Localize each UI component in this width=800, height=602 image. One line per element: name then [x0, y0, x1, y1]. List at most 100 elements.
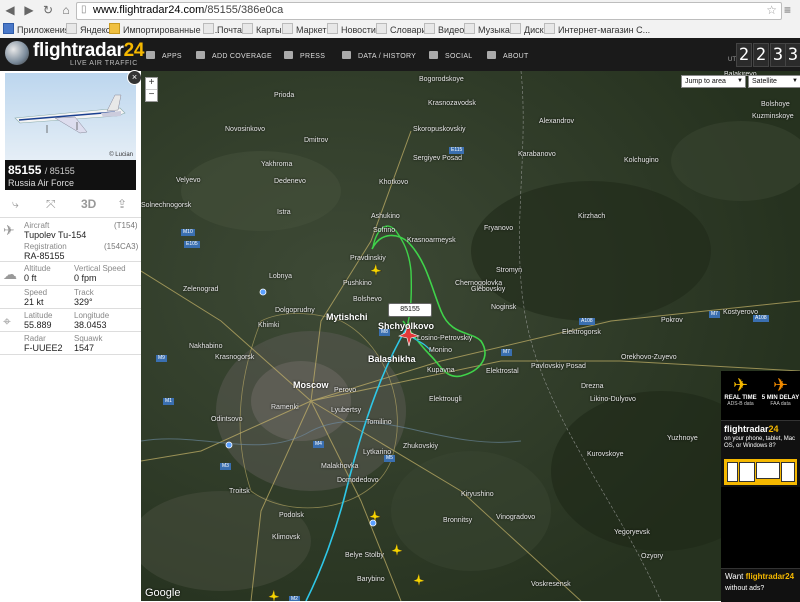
aircraft-value: Tupolev Tu-154: [24, 230, 87, 240]
map-town: Klimovsk: [272, 534, 301, 541]
address-bar[interactable]: ▯ www.flightradar24.com/85155/386e0ca ☆: [76, 2, 782, 20]
speed-section: Speed 21 kt Track 329°: [0, 285, 141, 309]
map-town: Dedenevo: [274, 178, 306, 185]
laptop-icon: [756, 462, 780, 479]
highway-shield: E105: [184, 241, 200, 248]
ad-copy: on your phone, tablet, Mac OS, or Window…: [724, 436, 796, 449]
reload-icon[interactable]: ↻: [41, 3, 55, 17]
no-ads-ad[interactable]: Want flightradar24 without ads?: [721, 568, 800, 602]
realtime-block: ✈ REAL TIME ADS-B data: [721, 375, 760, 407]
map-town: Dmitrov: [304, 137, 329, 144]
radar-section: Radar F-UUEE2 Squawk 1547: [0, 331, 141, 355]
map-town: Pushkino: [343, 280, 372, 287]
delay-block: ✈ 5 MIN DELAY FAA data: [761, 375, 800, 407]
map-town: Voskresensk: [531, 581, 571, 588]
nav-data-history[interactable]: DATA / HISTORY: [342, 51, 416, 60]
bookmark-karty[interactable]: Карты: [242, 23, 282, 35]
bookmark-shop[interactable]: Интернет-магазин С...: [544, 23, 650, 35]
bookmark-market[interactable]: Маркет: [282, 23, 326, 35]
data-source-ad[interactable]: ✈ REAL TIME ADS-B data ✈ 5 MIN DELAY FAA…: [721, 371, 800, 419]
share-icon[interactable]: ⇪: [117, 197, 127, 211]
realtime-subtitle: ADS-B data: [727, 401, 754, 407]
route-icon[interactable]: ⤷: [12, 197, 19, 212]
back-icon[interactable]: ◀: [3, 3, 17, 17]
nav-apps[interactable]: APPS: [146, 51, 182, 60]
vspeed-value: 0 fpm: [74, 273, 97, 283]
nav-press[interactable]: PRESS: [284, 51, 325, 60]
jump-to-area-select[interactable]: Jump to area ▼: [681, 75, 746, 88]
caret-down-icon: ▼: [737, 78, 743, 84]
site-logo[interactable]: flightradar24: [33, 40, 144, 62]
nav-about[interactable]: ABOUT: [487, 51, 529, 60]
registration-code: (154CA3): [104, 242, 139, 251]
bookmark-news[interactable]: Новости: [327, 23, 376, 35]
map-type-select[interactable]: Satellite ▼: [748, 75, 800, 88]
page-icon: [203, 23, 214, 34]
bookmark-music[interactable]: Музыка: [464, 23, 510, 35]
satellite-map[interactable]: Moscow Balashikha Mytishchi Shchyolkovo …: [141, 71, 800, 601]
highway-shield: M1: [163, 398, 174, 405]
page-icon: [424, 23, 435, 34]
expand-icon[interactable]: ⤧: [46, 197, 56, 212]
bookmark-star-icon[interactable]: ☆: [766, 3, 777, 17]
map-town: Yuzhnoye: [667, 435, 698, 442]
quote-icon: [429, 51, 438, 59]
bookmark-dictionaries[interactable]: Словари: [376, 23, 427, 35]
latitude-value: 55.889: [24, 320, 52, 330]
map-town: Pavlovskiy Posad: [531, 363, 586, 370]
flight-callout[interactable]: 85155: [388, 303, 432, 317]
caret-down-icon: ▼: [792, 78, 798, 84]
nav-social[interactable]: SOCIAL: [429, 51, 472, 60]
forward-icon[interactable]: ▶: [22, 3, 36, 17]
map-town: Krasnoarmeysk: [407, 237, 456, 244]
map-town: Ashukino: [371, 213, 400, 220]
panel-actions: ⤷ ⤧ 3D ⇪: [0, 192, 141, 218]
tablet-icon: [739, 462, 755, 482]
zoom-control: + −: [145, 77, 158, 102]
browser-chrome: ◀ ▶ ↻ ⌂ ▯ www.flightradar24.com/85155/38…: [0, 0, 800, 39]
cloud-icon: ☁: [3, 266, 17, 282]
highway-shield: A108: [753, 315, 769, 322]
highway-shield: M5: [384, 455, 395, 462]
speech-icon: [284, 51, 293, 59]
highway-shield: M8: [379, 329, 390, 336]
map-town: Elektrostal: [486, 368, 519, 375]
map-town: Yegoryevsk: [614, 529, 650, 536]
apps-ad[interactable]: flightradar24 on your phone, tablet, Mac…: [721, 420, 800, 487]
bookmark-apps[interactable]: Приложения: [3, 23, 70, 35]
map-town: Fryanovo: [484, 225, 514, 232]
altitude-section: ☁ Altitude 0 ft Vertical Speed 0 fpm: [0, 261, 141, 286]
google-attribution: Google: [145, 587, 181, 599]
close-panel-button[interactable]: ×: [127, 70, 142, 85]
highway-shield: E115: [449, 147, 465, 154]
vspeed-label: Vertical Speed: [74, 264, 126, 273]
view-3d-button[interactable]: 3D: [81, 197, 96, 211]
bookmark-pochta[interactable]: Почта: [203, 23, 242, 35]
zoom-out-button[interactable]: −: [146, 89, 157, 101]
clock-digit: 3: [770, 43, 786, 67]
page-icon: [242, 23, 253, 34]
map-town: Skoropuskovskiy: [413, 126, 466, 133]
map-town: Lobnya: [269, 273, 292, 280]
map-town: Velyevo: [176, 177, 201, 184]
bookmark-disk[interactable]: Диск: [510, 23, 544, 35]
home-icon[interactable]: ⌂: [59, 3, 73, 17]
photo-credit: © Lucian: [109, 152, 133, 158]
nav-add-coverage[interactable]: ADD COVERAGE: [196, 51, 272, 60]
highway-shield: M7: [501, 349, 512, 356]
bookmark-video[interactable]: Видео: [424, 23, 464, 35]
phone-icon: [727, 462, 738, 482]
aircraft-photo[interactable]: © Lucian: [5, 73, 136, 160]
menu-icon[interactable]: ≡: [784, 3, 791, 17]
map-town: Lyubertsy: [331, 407, 362, 414]
satellite-icon: ⌖: [3, 313, 11, 329]
zoom-in-button[interactable]: +: [146, 78, 157, 89]
aircraft-label: Aircraft: [24, 221, 50, 230]
squawk-value: 1547: [74, 343, 95, 353]
map-city: Mytishchi: [326, 312, 368, 322]
map-town: Drezna: [581, 383, 604, 390]
map-town: Ozyory: [641, 553, 664, 560]
page-icon: [464, 23, 475, 34]
bookmark-yandex[interactable]: Яндекс: [66, 23, 110, 35]
eye-icon: [196, 51, 205, 59]
